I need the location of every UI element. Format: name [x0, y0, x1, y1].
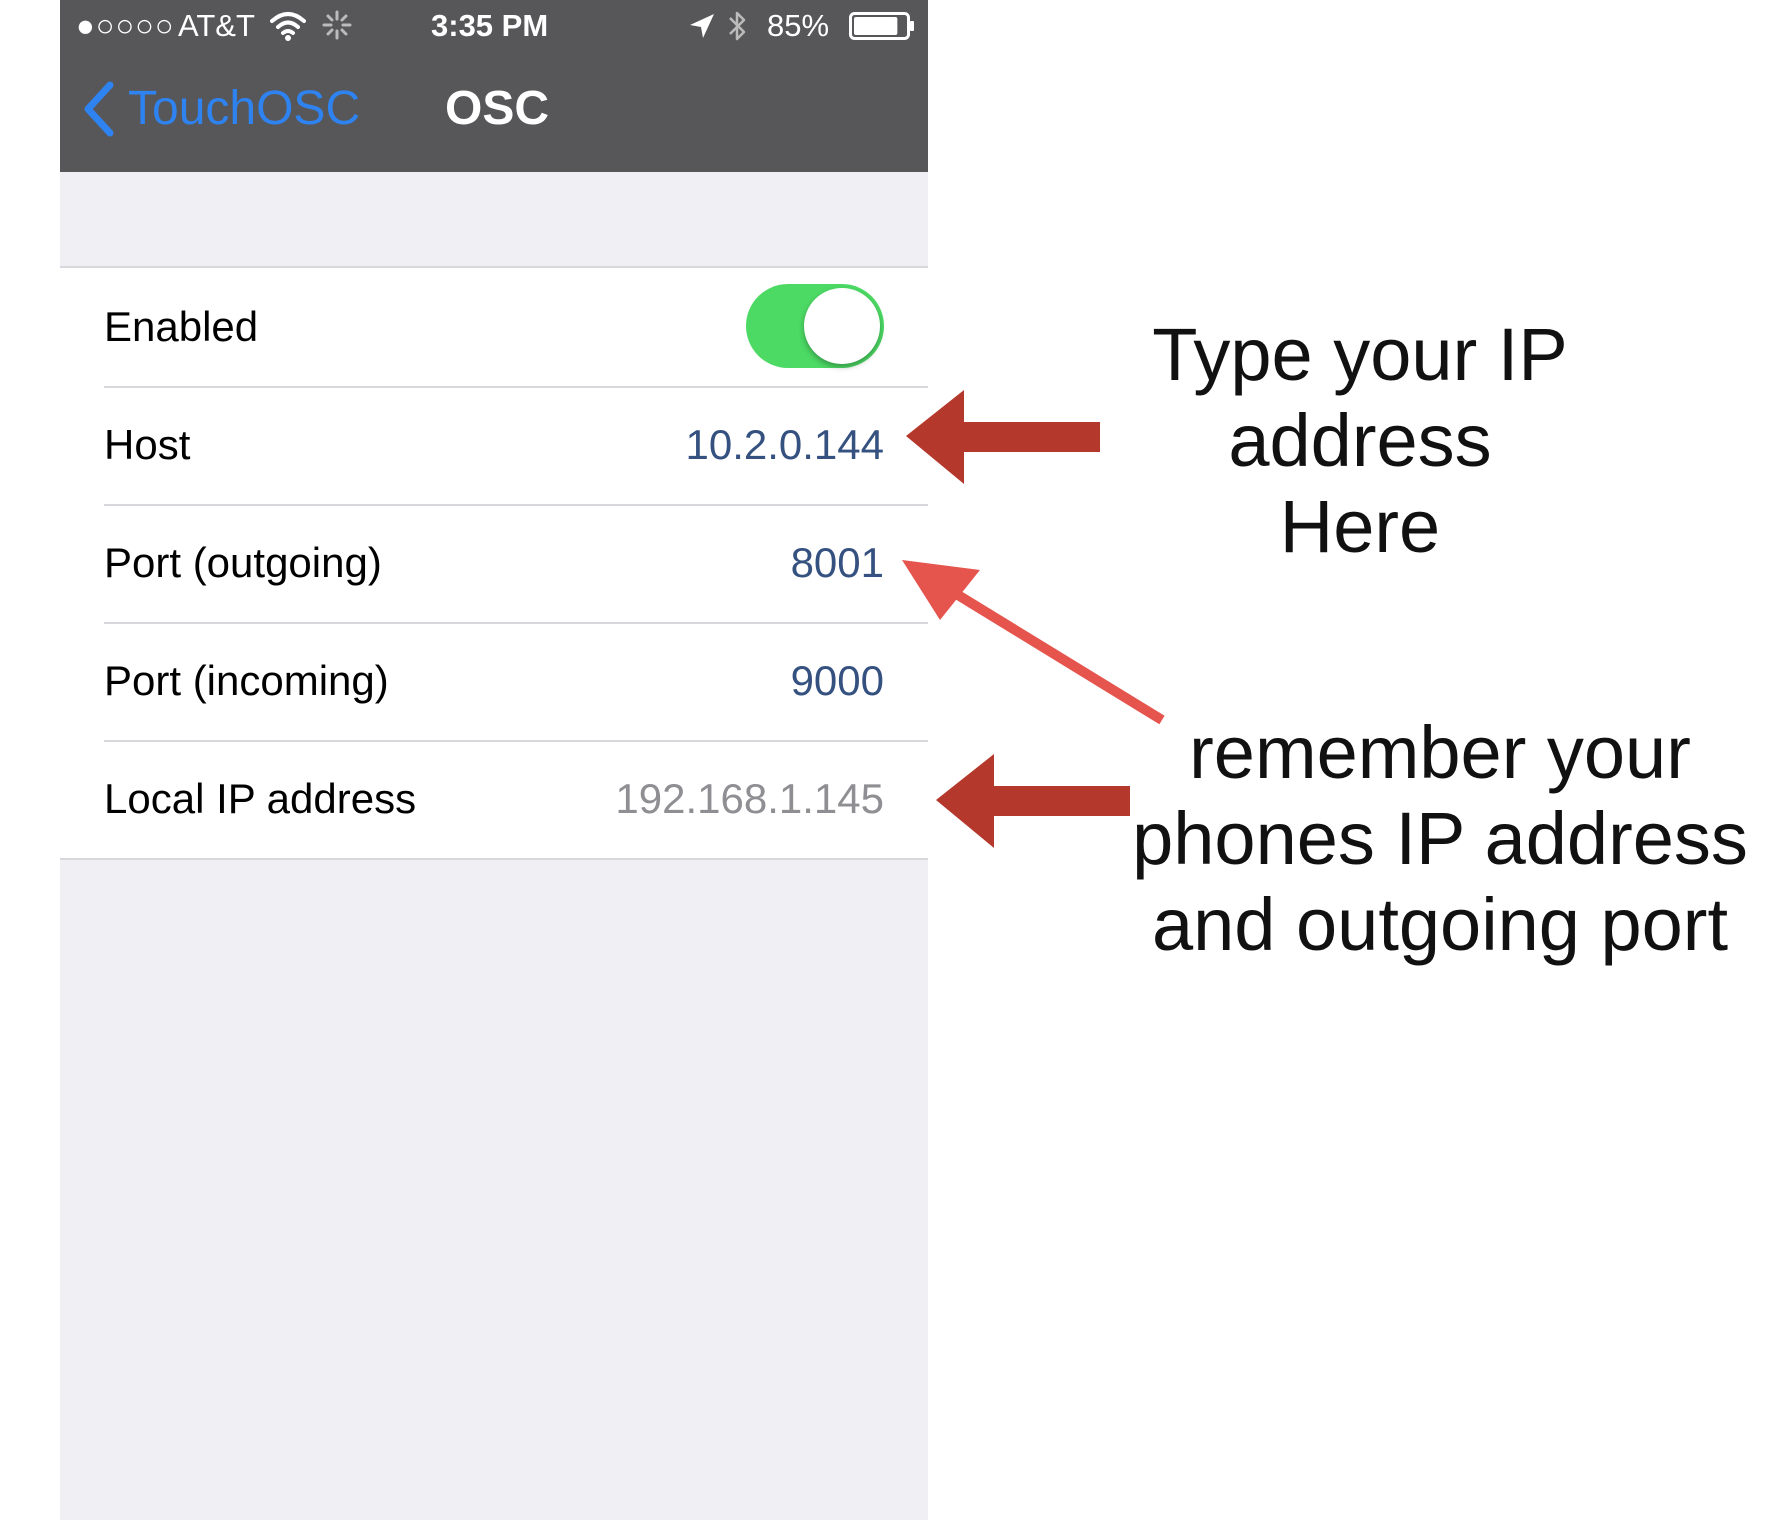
back-button[interactable]: TouchOSC	[78, 74, 360, 144]
port-arrow-icon	[902, 560, 1165, 725]
annotated-screenshot: ●○○○○ AT&T 3:35 PM 85% TouchOSC OSC Enab…	[0, 0, 1766, 1520]
phone-screen: ●○○○○ AT&T 3:35 PM 85% TouchOSC OSC Enab…	[60, 0, 928, 1520]
status-bar: ●○○○○ AT&T 3:35 PM 85%	[60, 0, 928, 52]
wifi-icon	[270, 12, 306, 41]
enabled-toggle[interactable]	[746, 284, 884, 368]
settings-list: Enabled Host 10.2.0.144 Port (outgoing) …	[60, 266, 928, 860]
local-ip-arrow-icon	[936, 754, 1130, 848]
host-value[interactable]: 10.2.0.144	[685, 386, 884, 504]
navigation-bar: TouchOSC OSC	[60, 52, 928, 172]
battery-percent: 85%	[767, 8, 830, 43]
setting-row-port-outgoing[interactable]: Port (outgoing) 8001	[60, 504, 928, 622]
toggle-knob	[804, 288, 880, 364]
port-incoming-label: Port (incoming)	[104, 657, 389, 704]
local-ip-label: Local IP address	[104, 775, 417, 822]
setting-row-host[interactable]: Host 10.2.0.144	[60, 386, 928, 504]
host-label: Host	[104, 421, 191, 468]
battery-icon	[849, 12, 914, 40]
setting-row-enabled: Enabled	[60, 268, 928, 386]
page-title: OSC	[445, 82, 550, 135]
status-time: 3:35 PM	[431, 8, 549, 43]
setting-row-port-incoming[interactable]: Port (incoming) 9000	[60, 622, 928, 740]
ip-instruction-note: Type your IP address Here	[1152, 313, 1568, 568]
location-icon	[690, 14, 714, 38]
enabled-label: Enabled	[104, 303, 259, 350]
port-outgoing-value[interactable]: 8001	[791, 504, 884, 622]
port-incoming-value[interactable]: 9000	[791, 622, 884, 740]
local-ip-value: 192.168.1.145	[615, 775, 884, 822]
carrier-name: AT&T	[178, 8, 255, 43]
activity-icon	[322, 10, 352, 40]
signal-strength: ●○○○○	[76, 8, 175, 43]
back-button-label: TouchOSC	[128, 82, 361, 135]
bluetooth-icon	[729, 11, 746, 41]
remember-instruction-note: remember your phones IP address and outg…	[1132, 711, 1748, 966]
setting-row-local-ip: Local IP address 192.168.1.145	[60, 740, 928, 858]
port-outgoing-label: Port (outgoing)	[104, 539, 382, 586]
chevron-left-icon	[84, 81, 114, 137]
